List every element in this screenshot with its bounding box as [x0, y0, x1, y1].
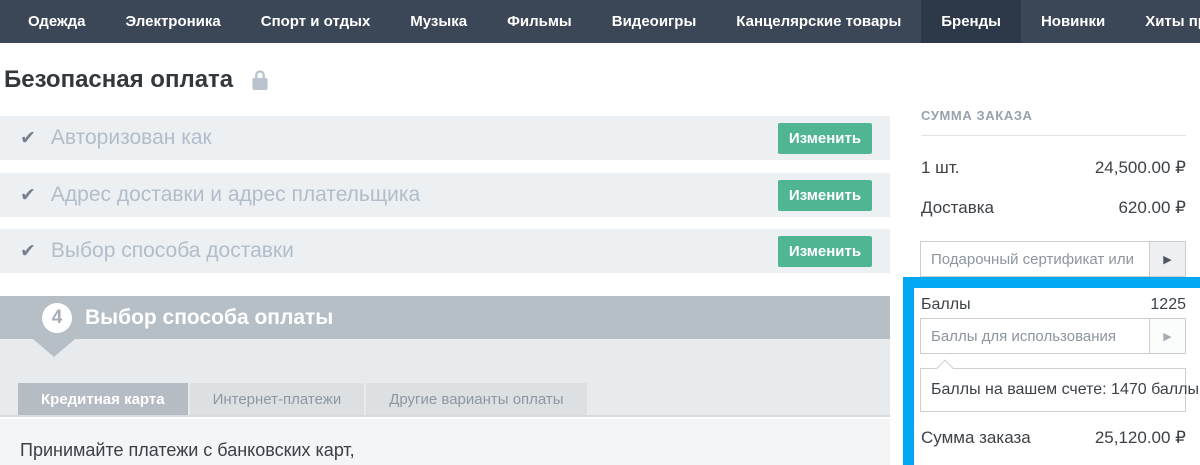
- summary-line-value: 24,500.00 ₽: [1095, 158, 1186, 178]
- payment-tab-section: Кредитная карта Интернет-платежи Другие …: [0, 339, 890, 417]
- order-total-label: Сумма заказа: [921, 428, 1031, 448]
- points-balance-note: Баллы на вашем счете: 1470 баллы.: [931, 381, 1200, 399]
- arrow-right-icon: ▶: [1163, 330, 1171, 343]
- nav-item-bestsellers[interactable]: Хиты продаж: [1125, 0, 1200, 43]
- step-label: Выбор способа доставки: [51, 239, 294, 263]
- nav-item-stationery[interactable]: Канцелярские товары: [716, 0, 921, 43]
- step-delivery: ✔ Выбор способа доставки Изменить: [0, 229, 890, 273]
- order-total-value: 25,120.00 ₽: [1095, 428, 1186, 448]
- nav-item-clothes[interactable]: Одежда: [8, 0, 105, 43]
- step-address: ✔ Адрес доставки и адрес плательщика Изм…: [0, 173, 890, 217]
- category-nav: Одежда Электроника Спорт и отдых Музыка …: [0, 0, 1200, 43]
- nav-item-new[interactable]: Новинки: [1021, 0, 1125, 43]
- tooltip-notch: [937, 360, 954, 377]
- change-address-button[interactable]: Изменить: [778, 180, 872, 211]
- checkout-page: Одежда Электроника Спорт и отдых Музыка …: [0, 0, 1200, 465]
- promo-code-input[interactable]: [921, 242, 1149, 276]
- summary-line-label: Доставка: [921, 198, 994, 218]
- points-balance-tooltip: Баллы на вашем счете: 1470 баллы.: [920, 368, 1186, 412]
- nav-item-sport[interactable]: Спорт и отдых: [241, 0, 391, 43]
- checkmark-icon: ✔: [20, 129, 36, 148]
- payment-tab-content: Принимайте платежи с банковских карт,: [0, 419, 890, 465]
- step-pointer-arrow: [33, 339, 75, 357]
- nav-item-videogames[interactable]: Видеоигры: [592, 0, 717, 43]
- page-title: Безопасная оплата: [4, 66, 233, 94]
- points-label: Баллы: [921, 296, 971, 314]
- active-step-header: 4 Выбор способа оплаты: [0, 296, 890, 339]
- summary-line-items: 1 шт. 24,500.00 ₽: [921, 158, 1186, 178]
- checkmark-icon: ✔: [20, 242, 36, 261]
- tab-credit-card[interactable]: Кредитная карта: [18, 383, 188, 415]
- step-authorized: ✔ Авторизован как Изменить: [0, 116, 890, 160]
- step-label: Авторизован как: [51, 126, 212, 150]
- lock-icon: [247, 67, 273, 93]
- step-label: Адрес доставки и адрес плательщика: [51, 183, 420, 207]
- points-value: 1225: [1150, 296, 1186, 314]
- change-auth-button[interactable]: Изменить: [778, 123, 872, 154]
- step-number-badge: 4: [42, 303, 72, 333]
- nav-item-brands[interactable]: Бренды: [921, 0, 1021, 43]
- summary-line-label: 1 шт.: [921, 158, 959, 178]
- order-summary-title: СУММА ЗАКАЗА: [921, 108, 1033, 123]
- nav-item-electronics[interactable]: Электроника: [105, 0, 240, 43]
- active-step-title: Выбор способа оплаты: [85, 306, 333, 330]
- promo-apply-button[interactable]: ▶: [1149, 242, 1185, 276]
- nav-item-movies[interactable]: Фильмы: [487, 0, 592, 43]
- arrow-right-icon: ▶: [1163, 253, 1171, 266]
- points-balance-line: Баллы 1225: [921, 296, 1186, 314]
- summary-divider: [921, 135, 1186, 136]
- change-delivery-button[interactable]: Изменить: [778, 236, 872, 267]
- checkmark-icon: ✔: [20, 186, 36, 205]
- page-header: Безопасная оплата: [4, 66, 273, 94]
- points-apply-button[interactable]: ▶: [1149, 319, 1185, 353]
- payment-tabs: Кредитная карта Интернет-платежи Другие …: [18, 383, 587, 415]
- summary-line-value: 620.00 ₽: [1118, 198, 1186, 218]
- points-field-group: ▶: [920, 318, 1186, 354]
- tab-internet-payments[interactable]: Интернет-платежи: [190, 383, 365, 415]
- order-total-line: Сумма заказа 25,120.00 ₽: [921, 428, 1186, 448]
- summary-line-shipping: Доставка 620.00 ₽: [921, 198, 1186, 218]
- tab-other-payment-options[interactable]: Другие варианты оплаты: [366, 383, 586, 415]
- nav-item-music[interactable]: Музыка: [390, 0, 487, 43]
- payment-info-text: Принимайте платежи с банковских карт,: [20, 440, 355, 461]
- points-input[interactable]: [921, 319, 1149, 353]
- promo-code-field-group: ▶: [920, 241, 1186, 277]
